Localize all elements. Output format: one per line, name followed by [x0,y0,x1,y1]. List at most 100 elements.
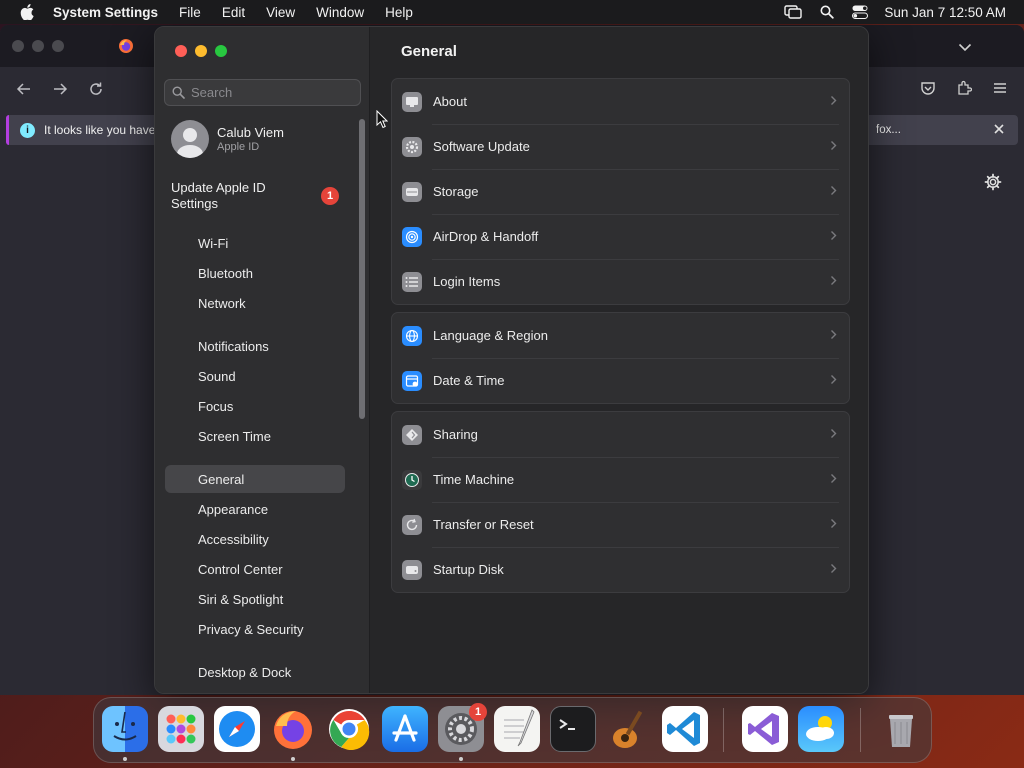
menu-window[interactable]: Window [316,5,364,20]
sidebar-item-network[interactable]: Network [198,296,246,311]
zoom-window-button[interactable] [215,45,227,57]
general-group-1: About Software Update Storage AirDrop & … [391,78,850,305]
minimize-window-button[interactable] [195,45,207,57]
trash-icon[interactable] [878,706,924,752]
row-storage[interactable]: Storage [392,169,849,214]
row-sharing[interactable]: Sharing [392,412,849,457]
extensions-icon[interactable] [956,80,972,96]
row-label: Login Items [433,274,501,289]
sidebar-item-sound[interactable]: Sound [198,369,236,384]
safari-icon[interactable] [214,706,260,752]
chevron-right-icon [831,276,837,285]
row-startup-disk[interactable]: Startup Disk [392,547,849,592]
sidebar-item-siri-spotlight[interactable]: Siri & Spotlight [198,592,283,607]
textedit-icon[interactable] [494,706,540,752]
menu-clock[interactable]: Sun Jan 7 12:50 AM [884,5,1006,20]
row-label: Storage [433,184,479,199]
menu-bar: System Settings File Edit View Window He… [0,0,1024,24]
row-label: AirDrop & Handoff [433,229,539,244]
chevron-right-icon [831,330,837,339]
browser-window-controls[interactable] [12,40,64,52]
sidebar-item-accessibility[interactable]: Accessibility [198,532,269,547]
globe-icon [402,325,422,346]
spotlight-search-icon[interactable] [820,5,835,19]
general-group-2: Language & Region Date & Time [391,312,850,404]
row-login-items[interactable]: Login Items [392,259,849,304]
chevron-right-icon [831,564,837,573]
search-input[interactable] [191,85,351,100]
account-name: Calub Viem [217,125,284,140]
notice-accent [6,115,9,145]
search-icon [172,86,185,99]
row-language-region[interactable]: Language & Region [392,313,849,358]
sidebar-search [164,79,361,106]
launchpad-icon[interactable] [158,706,204,752]
row-label: Transfer or Reset [433,517,534,532]
app-store-icon[interactable] [382,706,428,752]
row-label: Software Update [433,139,530,154]
sidebar-item-bluetooth[interactable]: Bluetooth [198,266,253,281]
visual-studio-icon[interactable] [742,706,788,752]
screen-mirroring-icon[interactable] [784,5,803,19]
row-airdrop-handoff[interactable]: AirDrop & Handoff [392,214,849,259]
page-title: General [401,43,457,60]
firefox-tab-icon[interactable] [118,38,134,59]
row-transfer-reset[interactable]: Transfer or Reset [392,502,849,547]
menu-edit[interactable]: Edit [222,5,245,20]
sidebar-item-control-center[interactable]: Control Center [198,562,283,577]
update-apple-id-item[interactable]: Update Apple ID Settings [171,180,291,212]
back-arrow-icon[interactable] [16,81,32,102]
control-center-icon[interactable] [852,5,869,19]
sidebar-item-focus[interactable]: Focus [198,399,233,414]
menu-file[interactable]: File [179,5,201,20]
row-about[interactable]: About [392,79,849,124]
row-software-update[interactable]: Software Update [392,124,849,169]
time-machine-icon [402,469,422,490]
row-label: Startup Disk [433,562,504,577]
apple-menu-icon[interactable] [20,4,34,20]
login-items-icon [402,271,422,292]
sidebar-item-privacy-security[interactable]: Privacy & Security [198,622,303,637]
sidebar-item-appearance[interactable]: Appearance [198,502,268,517]
app-menu-icon[interactable] [992,80,1008,96]
sidebar-scrollbar[interactable] [359,119,365,419]
row-label: Date & Time [433,373,505,388]
forward-arrow-icon[interactable] [52,81,68,102]
firefox-running-indicator [291,757,295,761]
menu-help[interactable]: Help [385,5,413,20]
sidebar-item-notifications[interactable]: Notifications [198,339,269,354]
menu-app-name[interactable]: System Settings [53,5,158,20]
settings-running-indicator [459,757,463,761]
row-date-time[interactable]: Date & Time [392,358,849,403]
notice-text: It looks like you have [44,123,156,137]
menu-view[interactable]: View [266,5,295,20]
tab-list-chevron-icon[interactable] [958,39,972,57]
vscode-icon[interactable] [662,706,708,752]
info-icon: i [20,122,35,138]
finder-running-indicator [123,757,127,761]
system-settings-window: Calub Viem Apple ID Update Apple ID Sett… [154,26,869,694]
firefox-icon[interactable] [270,706,316,752]
weather-icon[interactable] [798,706,844,752]
garageband-icon[interactable] [606,706,652,752]
chevron-right-icon [831,519,837,528]
update-badge: 1 [321,187,339,205]
row-time-machine[interactable]: Time Machine [392,457,849,502]
apple-id-account[interactable]: Calub Viem Apple ID [171,120,284,158]
close-window-button[interactable] [175,45,187,57]
finder-icon[interactable] [102,706,148,752]
reload-icon[interactable] [88,81,104,102]
chevron-right-icon [831,474,837,483]
sidebar-item-desktop-dock[interactable]: Desktop & Dock [198,665,291,680]
sidebar-selection-highlight [165,465,345,493]
pocket-icon[interactable] [920,80,936,96]
sidebar-item-general[interactable]: General [198,472,244,487]
row-label: Time Machine [433,472,515,487]
gear-icon[interactable] [984,173,1002,196]
sidebar-item-wifi[interactable]: Wi-Fi [198,236,228,251]
notice-link[interactable]: fox... [876,124,901,136]
sidebar-item-screen-time[interactable]: Screen Time [198,429,271,444]
close-icon[interactable] [992,122,1006,139]
chrome-icon[interactable] [326,706,372,752]
terminal-icon[interactable] [550,706,596,752]
